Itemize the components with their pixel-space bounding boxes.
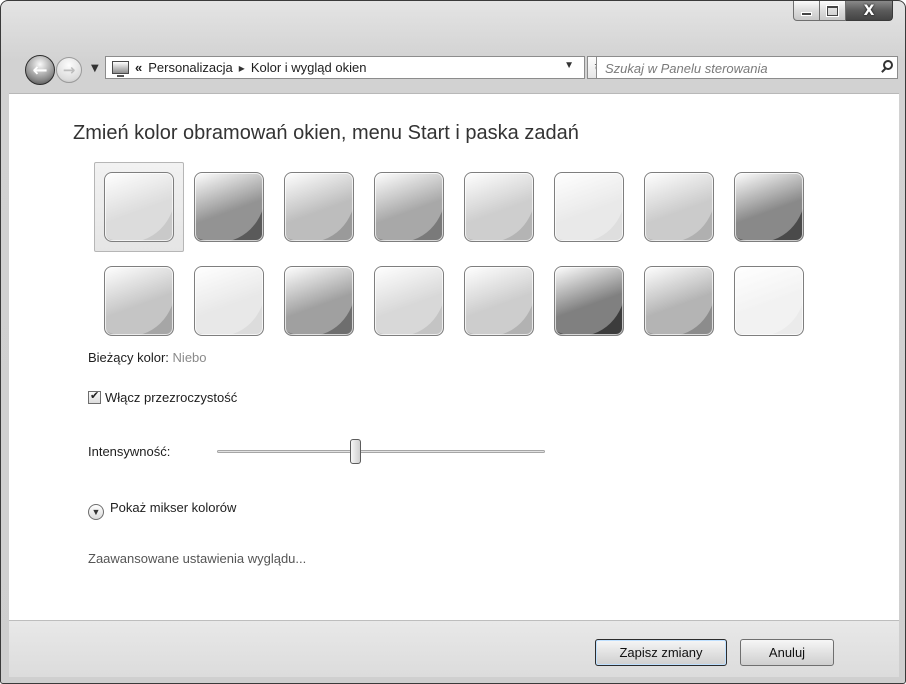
intensity-slider-track[interactable] bbox=[217, 450, 545, 453]
color-swatch[interactable] bbox=[544, 256, 634, 346]
advanced-appearance-link[interactable]: Zaawansowane ustawienia wyglądu... bbox=[88, 551, 306, 566]
cancel-button[interactable]: Anuluj bbox=[740, 639, 834, 666]
breadcrumb-kolor-i-wyglad[interactable]: Kolor i wygląd okien bbox=[251, 60, 367, 75]
color-swatch-tile[interactable] bbox=[284, 172, 354, 242]
color-swatch-tile[interactable] bbox=[284, 266, 354, 336]
color-swatch-tile[interactable] bbox=[194, 172, 264, 242]
color-swatch[interactable] bbox=[364, 162, 454, 252]
color-swatch-tile[interactable] bbox=[374, 172, 444, 242]
color-swatch[interactable] bbox=[184, 162, 274, 252]
minimize-icon bbox=[802, 12, 811, 15]
color-swatch-tile[interactable] bbox=[104, 266, 174, 336]
swatch-row bbox=[94, 162, 834, 252]
color-swatch-grid bbox=[94, 162, 834, 350]
minimize-button[interactable] bbox=[793, 1, 820, 21]
color-swatch-tile[interactable] bbox=[104, 172, 174, 242]
intensity-slider-thumb[interactable] bbox=[350, 439, 362, 464]
transparency-checkbox[interactable] bbox=[88, 389, 101, 404]
forward-arrow-icon: → bbox=[62, 61, 76, 79]
color-swatch[interactable] bbox=[724, 162, 814, 252]
current-color-value: Niebo bbox=[172, 350, 207, 365]
control-panel-icon bbox=[112, 61, 129, 77]
color-swatch[interactable] bbox=[94, 162, 184, 252]
maximize-button[interactable] bbox=[820, 1, 846, 21]
color-swatch-tile[interactable] bbox=[734, 266, 804, 336]
breadcrumb-separator-icon[interactable]: ▸ bbox=[239, 61, 245, 75]
recent-pages-dropdown-icon[interactable]: ▼ bbox=[91, 63, 99, 74]
color-swatch[interactable] bbox=[274, 162, 364, 252]
color-swatch[interactable] bbox=[454, 162, 544, 252]
main-content: Zmień kolor obramowań okien, menu Start … bbox=[9, 93, 899, 620]
color-swatch[interactable] bbox=[454, 256, 544, 346]
color-swatch[interactable] bbox=[94, 256, 184, 346]
color-swatch-tile[interactable] bbox=[464, 266, 534, 336]
close-button[interactable]: X bbox=[846, 1, 893, 21]
color-swatch-tile[interactable] bbox=[194, 266, 264, 336]
color-swatch-tile[interactable] bbox=[554, 172, 624, 242]
color-swatch-tile[interactable] bbox=[464, 172, 534, 242]
control-panel-window: X ← → ▼ « Personalizacja ▸ Kolor i wyglą… bbox=[0, 0, 906, 684]
swatch-row bbox=[94, 256, 834, 346]
close-icon: X bbox=[863, 2, 875, 19]
search-icon[interactable] bbox=[883, 60, 893, 70]
intensity-label: Intensywność: bbox=[88, 444, 171, 459]
transparency-label[interactable]: Włącz przezroczystość bbox=[105, 390, 237, 405]
breadcrumb-personalizacja[interactable]: Personalizacja bbox=[148, 60, 233, 75]
back-arrow-icon: ← bbox=[32, 59, 48, 81]
transparency-row[interactable]: Włącz przezroczystość bbox=[88, 389, 237, 405]
address-bar[interactable]: « Personalizacja ▸ Kolor i wygląd okien … bbox=[105, 56, 585, 79]
save-changes-button[interactable]: Zapisz zmiany bbox=[595, 639, 727, 666]
address-dropdown-icon[interactable]: ▼ bbox=[564, 60, 574, 71]
current-color-label: Bieżący kolor: bbox=[88, 350, 169, 365]
color-swatch[interactable] bbox=[724, 256, 814, 346]
forward-button[interactable]: → bbox=[56, 57, 82, 83]
search-input[interactable] bbox=[603, 58, 867, 79]
navigation-bar: ← → ▼ « Personalizacja ▸ Kolor i wygląd … bbox=[1, 45, 905, 91]
color-swatch[interactable] bbox=[634, 256, 724, 346]
current-color-row: Bieżący kolor: Niebo bbox=[88, 350, 207, 365]
dialog-footer: Zapisz zmiany Anuluj bbox=[9, 620, 899, 677]
breadcrumb-overflow[interactable]: « bbox=[135, 60, 142, 75]
color-swatch-tile[interactable] bbox=[734, 172, 804, 242]
page-title: Zmień kolor obramowań okien, menu Start … bbox=[73, 122, 579, 144]
back-button[interactable]: ← bbox=[25, 55, 55, 85]
color-swatch-tile[interactable] bbox=[554, 266, 624, 336]
color-swatch[interactable] bbox=[544, 162, 634, 252]
color-swatch[interactable] bbox=[274, 256, 364, 346]
color-swatch[interactable] bbox=[634, 162, 724, 252]
color-swatch-tile[interactable] bbox=[374, 266, 444, 336]
maximize-icon bbox=[827, 5, 838, 16]
color-swatch-tile[interactable] bbox=[644, 172, 714, 242]
color-swatch[interactable] bbox=[364, 256, 454, 346]
search-box[interactable] bbox=[596, 56, 898, 79]
color-mixer-label[interactable]: Pokaż mikser kolorów bbox=[110, 500, 236, 515]
color-swatch-tile[interactable] bbox=[644, 266, 714, 336]
color-swatch[interactable] bbox=[184, 256, 274, 346]
color-mixer-toggle[interactable]: ▼ Pokaż mikser kolorów bbox=[88, 500, 236, 520]
caption-buttons: X bbox=[793, 1, 893, 21]
chevron-down-icon[interactable]: ▼ bbox=[88, 504, 104, 520]
